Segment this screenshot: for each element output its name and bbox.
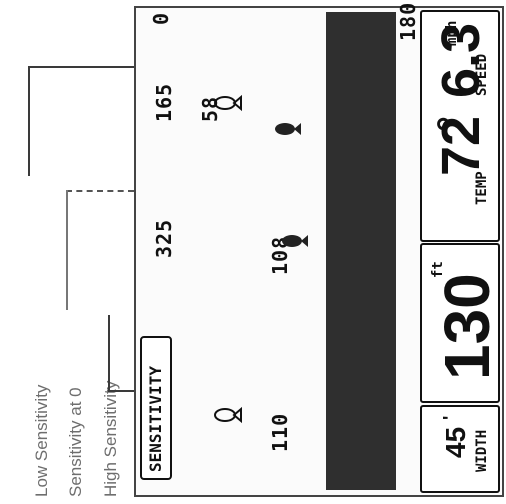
marker-325: 325 bbox=[152, 218, 176, 258]
width-label: WIDTH bbox=[474, 429, 490, 472]
bottom-return bbox=[326, 12, 396, 490]
sensitivity-badge-text: SENSITIVITY bbox=[146, 366, 165, 472]
width-value: 45 bbox=[440, 426, 471, 458]
depth-bottom-label: 180 bbox=[396, 1, 420, 41]
high-callout-vertical bbox=[108, 315, 110, 390]
low-callout-vertical bbox=[28, 66, 30, 176]
sensitivity-zero-label: Sensitivity at 0 bbox=[66, 387, 85, 497]
fish-icon bbox=[214, 406, 242, 424]
width-unit: ' bbox=[440, 415, 460, 420]
fish-icon bbox=[282, 235, 308, 247]
depth-value: 130 bbox=[431, 273, 503, 380]
speed-unit: mph bbox=[444, 20, 460, 46]
zero-callout-line bbox=[66, 190, 134, 192]
temp-label: TEMP bbox=[474, 171, 490, 205]
depth-top-label: 0 bbox=[149, 11, 173, 25]
fish-icon bbox=[275, 123, 301, 135]
fish-depth-110: 110 bbox=[268, 412, 292, 452]
depth-unit: ft bbox=[430, 261, 446, 278]
low-sensitivity-label: Low Sensitivity bbox=[32, 384, 51, 497]
zero-callout-vertical bbox=[66, 190, 68, 310]
marker-165: 165 bbox=[152, 82, 176, 122]
speed-label: SPEED bbox=[474, 53, 490, 96]
high-sensitivity-label: High Sensitivity bbox=[101, 380, 120, 497]
fish-icon bbox=[214, 94, 242, 112]
low-callout-line bbox=[28, 66, 150, 68]
temp-unit: ° bbox=[430, 116, 474, 132]
